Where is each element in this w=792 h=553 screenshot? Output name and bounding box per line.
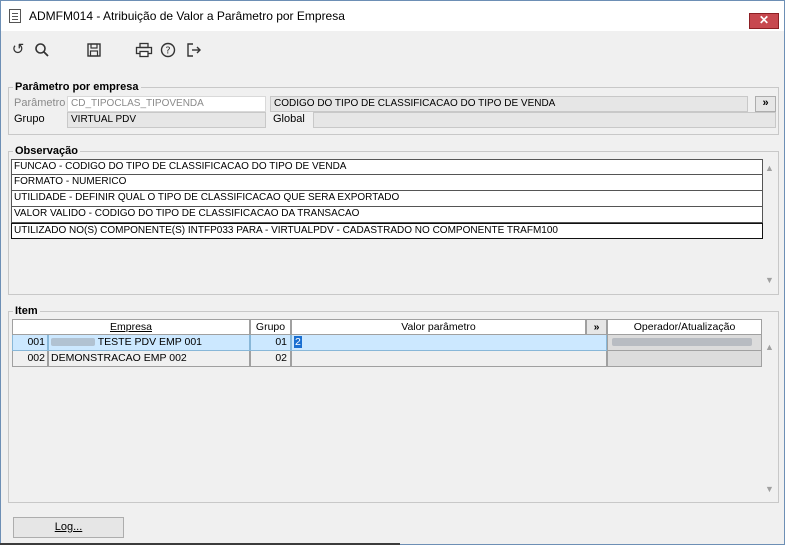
row-empresa: DEMONSTRACAO EMP 002: [48, 351, 250, 367]
grupo-field: VIRTUAL PDV: [67, 112, 266, 128]
log-button-label: Log...: [54, 521, 83, 533]
row-valor-input[interactable]: [291, 351, 607, 367]
row-codigo: 001: [12, 335, 48, 351]
observacao-line[interactable]: UTILIZADO NO(S) COMPONENTE(S) INTFP033 P…: [11, 223, 763, 239]
help-icon[interactable]: ?: [157, 39, 179, 61]
item-grid: Empresa Grupo Valor parâmetro » Operador…: [12, 319, 763, 367]
row-operador: [607, 335, 762, 351]
parametro-code-field[interactable]: CD_TIPOCLAS_TIPOVENDA: [67, 96, 266, 112]
item-scroll-down-icon[interactable]: ▼: [765, 484, 774, 494]
title-bar: ADMFM014 - Atribuição de Valor a Parâmet…: [1, 1, 784, 31]
item-grid-header: Empresa Grupo Valor parâmetro » Operador…: [12, 319, 763, 335]
column-operador[interactable]: Operador/Atualização: [607, 319, 762, 335]
observacao-line: FORMATO - NUMERICO: [11, 175, 763, 191]
close-button[interactable]: ✕: [749, 13, 779, 29]
save-icon[interactable]: [83, 39, 105, 61]
redacted-text: [51, 338, 95, 347]
observacao-line: UTILIDADE - DEFINIR QUAL O TIPO DE CLASS…: [11, 191, 763, 207]
observacao-list: FUNCAO - CODIGO DO TIPO DE CLASSIFICACAO…: [11, 159, 763, 239]
row-empresa: TESTE PDV EMP 001: [48, 335, 250, 351]
search-icon[interactable]: [31, 39, 53, 61]
observacao-scroll-up-icon[interactable]: ▲: [765, 163, 774, 173]
row-grupo: 01: [250, 335, 291, 351]
global-label: Global: [273, 113, 305, 125]
undo-icon[interactable]: ↺: [7, 39, 29, 61]
row-codigo: 002: [12, 351, 48, 367]
main-window: ADMFM014 - Atribuição de Valor a Parâmet…: [0, 0, 785, 545]
print-icon[interactable]: [133, 39, 155, 61]
parametro-expand-button[interactable]: »: [755, 96, 776, 112]
item-scroll-up-icon[interactable]: ▲: [765, 342, 774, 352]
item-group-label: Item: [13, 305, 40, 317]
exit-icon[interactable]: [183, 39, 205, 61]
parametro-desc-field: CODIGO DO TIPO DE CLASSIFICACAO DO TIPO …: [270, 96, 748, 112]
global-field: [313, 112, 776, 128]
bottom-separator: [0, 543, 400, 545]
column-grupo[interactable]: Grupo: [250, 319, 291, 335]
parametro-label: Parâmetro: [14, 97, 66, 109]
parametro-group-label: Parâmetro por empresa: [13, 81, 141, 93]
redacted-text: [612, 338, 752, 347]
table-row[interactable]: 001 TESTE PDV EMP 001 01 2: [12, 335, 763, 351]
observacao-scroll-down-icon[interactable]: ▼: [765, 275, 774, 285]
table-row[interactable]: 002 DEMONSTRACAO EMP 002 02: [12, 351, 763, 367]
observacao-group-label: Observação: [13, 145, 80, 157]
document-icon: [9, 9, 21, 23]
toolbar: ↺ ?: [1, 37, 784, 63]
grupo-label: Grupo: [14, 113, 45, 125]
window-title: ADMFM014 - Atribuição de Valor a Parâmet…: [29, 9, 345, 23]
row-valor-text: 2: [294, 336, 302, 348]
observacao-line: VALOR VALIDO - CODIGO DO TIPO DE CLASSIF…: [11, 207, 763, 223]
row-operador: [607, 351, 762, 367]
observacao-line: FUNCAO - CODIGO DO TIPO DE CLASSIFICACAO…: [11, 159, 763, 175]
row-grupo: 02: [250, 351, 291, 367]
column-valor-expand-button[interactable]: »: [586, 319, 607, 335]
svg-text:?: ?: [165, 46, 170, 57]
column-empresa[interactable]: Empresa: [12, 319, 250, 335]
row-valor-input[interactable]: 2: [291, 335, 607, 351]
log-button[interactable]: Log...: [13, 517, 124, 538]
column-valor[interactable]: Valor parâmetro: [291, 319, 586, 335]
row-empresa-text: TESTE PDV EMP 001: [97, 336, 202, 348]
